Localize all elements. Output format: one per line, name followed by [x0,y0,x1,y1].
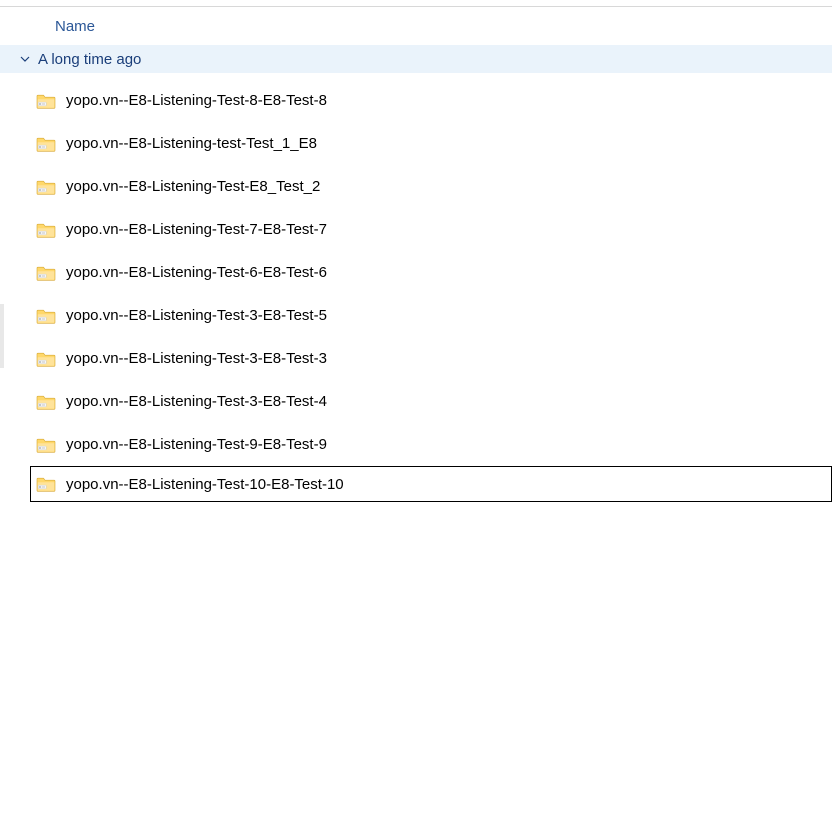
zipped-folder-icon [36,394,56,410]
file-name: yopo.vn--E8-Listening-Test-7-E8-Test-7 [66,221,327,238]
file-item[interactable]: yopo.vn--E8-Listening-Test-E8_Test_2 [0,165,832,208]
zipped-folder-icon [36,437,56,453]
file-name: yopo.vn--E8-Listening-Test-9-E8-Test-9 [66,436,327,453]
zipped-folder-icon [36,179,56,195]
file-item[interactable]: yopo.vn--E8-Listening-Test-10-E8-Test-10 [30,466,832,502]
zipped-folder-icon [36,93,56,109]
file-list: yopo.vn--E8-Listening-Test-8-E8-Test-8 y… [0,73,832,502]
zipped-folder-icon [36,308,56,324]
file-item[interactable]: yopo.vn--E8-Listening-Test-3-E8-Test-4 [0,380,832,423]
file-name: yopo.vn--E8-Listening-test-Test_1_E8 [66,135,317,152]
file-name: yopo.vn--E8-Listening-Test-10-E8-Test-10 [66,476,344,493]
zipped-folder-icon [36,136,56,152]
column-header-name[interactable]: Name [55,18,95,35]
zipped-folder-icon [36,351,56,367]
zipped-folder-icon [36,476,56,492]
file-name: yopo.vn--E8-Listening-Test-3-E8-Test-3 [66,350,327,367]
group-header-a-long-time-ago[interactable]: A long time ago [0,45,832,73]
file-item[interactable]: yopo.vn--E8-Listening-Test-8-E8-Test-8 [0,79,832,122]
file-name: yopo.vn--E8-Listening-Test-8-E8-Test-8 [66,92,327,109]
file-name: yopo.vn--E8-Listening-Test-3-E8-Test-5 [66,307,327,324]
file-item[interactable]: yopo.vn--E8-Listening-Test-6-E8-Test-6 [0,251,832,294]
file-name: yopo.vn--E8-Listening-Test-E8_Test_2 [66,178,320,195]
column-header-row: Name [0,7,832,45]
zipped-folder-icon [36,222,56,238]
file-name: yopo.vn--E8-Listening-Test-6-E8-Test-6 [66,264,327,281]
group-header-label: A long time ago [38,51,141,68]
file-item[interactable]: yopo.vn--E8-Listening-Test-9-E8-Test-9 [0,423,832,466]
file-item[interactable]: yopo.vn--E8-Listening-Test-7-E8-Test-7 [0,208,832,251]
scroll-indicator [0,304,4,368]
file-item[interactable]: yopo.vn--E8-Listening-Test-3-E8-Test-5 [0,294,832,337]
file-item[interactable]: yopo.vn--E8-Listening-test-Test_1_E8 [0,122,832,165]
zipped-folder-icon [36,265,56,281]
file-name: yopo.vn--E8-Listening-Test-3-E8-Test-4 [66,393,327,410]
chevron-down-icon [18,52,32,66]
file-item[interactable]: yopo.vn--E8-Listening-Test-3-E8-Test-3 [0,337,832,380]
